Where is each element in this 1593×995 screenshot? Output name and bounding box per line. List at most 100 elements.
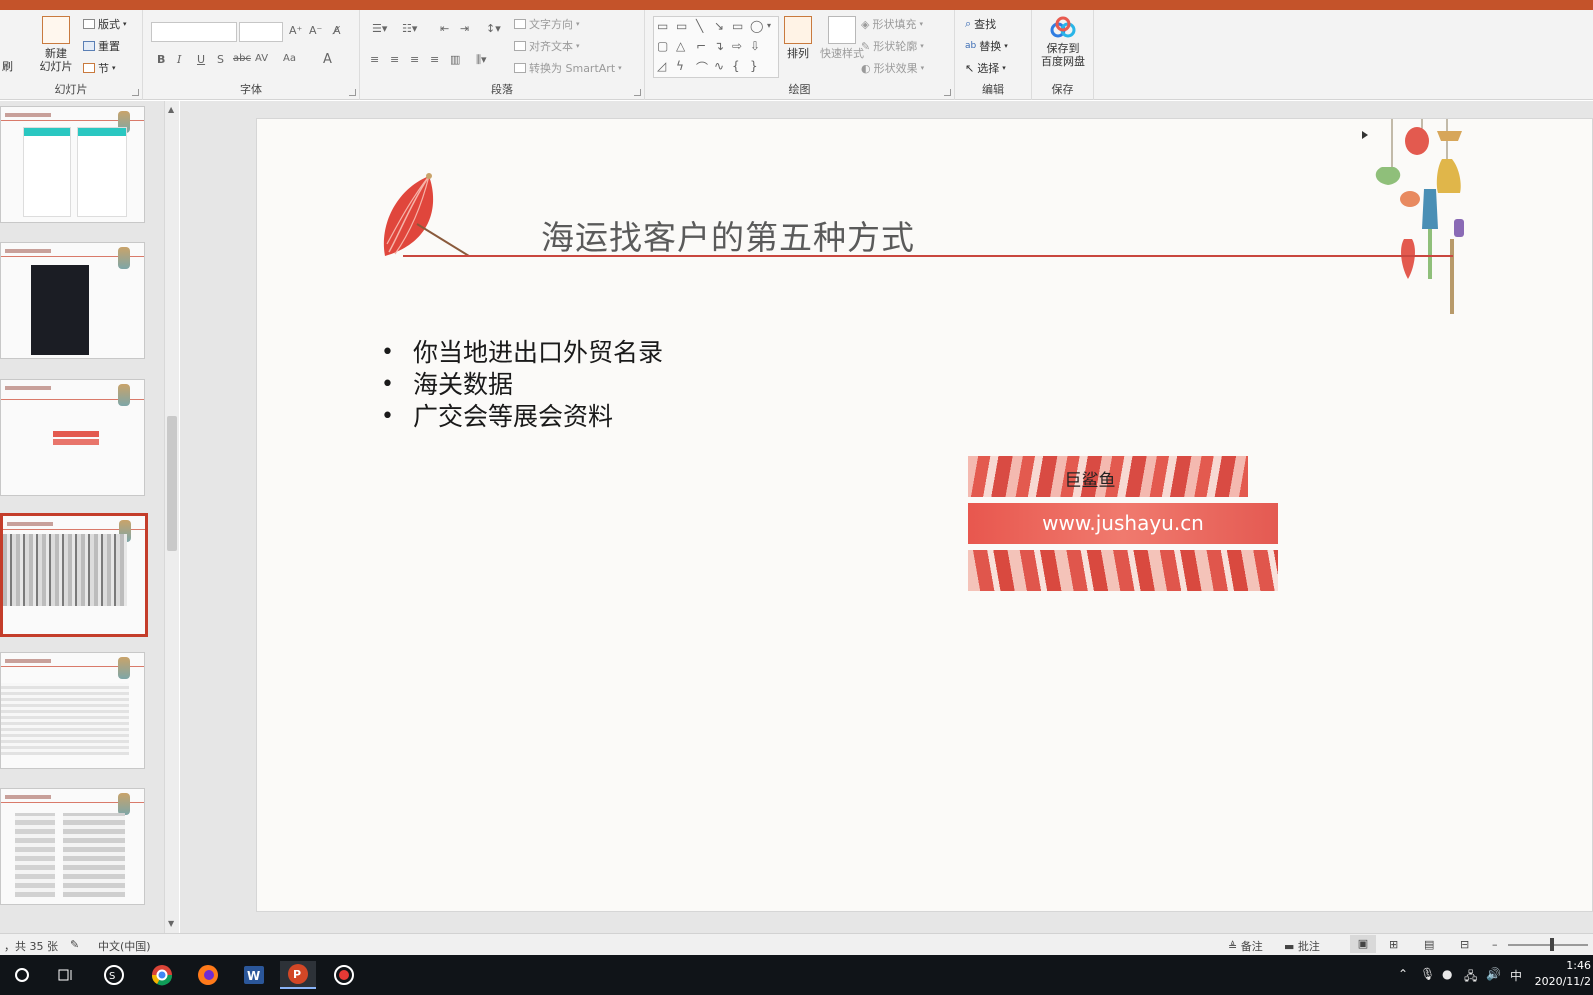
bold-button[interactable]: B [157, 53, 165, 66]
thumbnail-scrollbar[interactable]: ▲ ▼ [164, 101, 179, 933]
elbow-arrow-icon[interactable]: ↴ [714, 39, 724, 53]
italic-button[interactable]: I [177, 53, 181, 66]
arrow-line-shape-icon[interactable]: ↘ [714, 19, 724, 33]
word-icon[interactable]: W [236, 961, 272, 989]
chrome-icon[interactable] [144, 961, 180, 989]
textbox-shape-icon[interactable]: ▭ [657, 19, 668, 33]
windows-search-icon[interactable] [4, 961, 40, 989]
justify-icon[interactable]: ≡ [430, 53, 439, 66]
vtextbox-shape-icon[interactable]: ▭ [676, 19, 687, 33]
normal-view-button[interactable]: ▣ [1350, 935, 1376, 953]
right-brace-shape-icon[interactable]: } [750, 59, 758, 73]
smartart-button[interactable]: 转换为 SmartArt ▾ [514, 60, 622, 76]
grow-font-icon[interactable]: A⁺ [289, 24, 302, 37]
bullet-list[interactable]: 你当地进出口外贸名录 海关数据 广交会等展会资料 [381, 337, 663, 433]
oval-shape-icon[interactable]: ◯ [750, 19, 763, 33]
microphone-icon[interactable]: 🎙 [1420, 967, 1435, 981]
task-view-icon[interactable] [48, 961, 84, 989]
slideshow-button[interactable]: ⊟ [1460, 938, 1469, 951]
zoom-slider-thumb[interactable] [1550, 938, 1554, 951]
shrink-font-icon[interactable]: A⁻ [309, 24, 322, 37]
format-painter-button[interactable]: 刷 [2, 30, 13, 74]
tray-expand-icon[interactable]: ⌃ [1398, 967, 1408, 981]
distributed-icon[interactable]: ▥ [450, 53, 460, 66]
replace-button[interactable]: ab 替换 ▾ [965, 38, 1008, 54]
firefox-icon[interactable] [190, 961, 226, 989]
shapes-gallery[interactable]: ▭ ▭ ╲ ↘ ▭ ◯ ▢ △ ⌐ ↴ ⇨ ⇩ ◿ ϟ ⌒ ∿ { } ▾ [653, 16, 779, 78]
find-button[interactable]: ⌕ 查找 [965, 16, 996, 32]
zoom-out-button[interactable]: – [1492, 938, 1498, 951]
shadow-button[interactable]: S [217, 53, 224, 66]
powerpoint-icon[interactable]: P [280, 961, 316, 989]
slide-thumbnail[interactable] [0, 242, 145, 359]
save-to-baidu-button[interactable]: 保存到 百度网盘 [1036, 16, 1090, 68]
select-button[interactable]: ↖ 选择 ▾ [965, 60, 1006, 76]
align-right-icon[interactable]: ≡ [410, 53, 419, 66]
language-status[interactable]: 中文(中国) [98, 938, 151, 954]
arrange-button[interactable]: 排列 [781, 16, 815, 60]
change-case-button[interactable]: Aa [283, 53, 296, 64]
bullets-icon[interactable]: ☰▾ [372, 22, 387, 35]
notes-button[interactable]: ≜ 备注 [1228, 938, 1263, 954]
char-spacing-button[interactable]: AV [255, 53, 268, 64]
section-button[interactable]: 节 ▾ [83, 60, 116, 76]
strikethrough-button[interactable]: abc [233, 53, 251, 64]
rectangle-shape-icon[interactable]: ▭ [732, 19, 743, 33]
volume-icon[interactable]: 🔊 [1486, 967, 1501, 981]
shape-fill-button[interactable]: ◈ 形状填充 ▾ [861, 16, 923, 32]
font-name-combo[interactable] [151, 22, 237, 42]
app-tray-icon[interactable]: ● [1442, 967, 1452, 981]
reading-view-button[interactable]: ▤ [1424, 938, 1434, 951]
brand-url-banner[interactable]: www.jushayu.cn [968, 503, 1278, 544]
sogou-icon[interactable]: S [96, 961, 132, 989]
decrease-indent-icon[interactable]: ⇤ [440, 22, 449, 35]
ime-indicator[interactable]: 中 [1510, 967, 1522, 984]
arc-shape-icon[interactable]: ⌒ [696, 59, 708, 76]
brand-name-banner[interactable]: 巨鲨鱼 [968, 456, 1248, 497]
increase-indent-icon[interactable]: ⇥ [460, 22, 469, 35]
reset-button[interactable]: 重置 [83, 38, 120, 54]
gallery-more-icon[interactable]: ▾ [767, 21, 771, 30]
comments-button[interactable]: ▬ 批注 [1284, 938, 1320, 954]
slide-sorter-button[interactable]: ⊞ [1389, 938, 1398, 951]
slide-thumbnail[interactable] [0, 788, 145, 905]
network-icon[interactable]: 🖧 [1464, 967, 1477, 988]
line-spacing-icon[interactable]: ↕▾ [486, 22, 501, 35]
scrollbar-thumb[interactable] [167, 416, 177, 551]
font-dialog-launcher[interactable] [349, 89, 356, 96]
drawing-dialog-launcher[interactable] [944, 89, 951, 96]
slide-thumbnail[interactable] [0, 652, 145, 769]
font-size-combo[interactable] [239, 22, 283, 42]
slide-thumbnail[interactable] [0, 379, 145, 496]
freeform-shape-icon[interactable]: ◿ [657, 59, 666, 73]
new-slide-button[interactable]: 新建 幻灯片 [36, 16, 76, 73]
slide-title[interactable]: 海运找客户的第五种方式 [541, 211, 915, 259]
numbering-icon[interactable]: ☷▾ [402, 22, 417, 35]
left-brace-shape-icon[interactable]: { [732, 59, 740, 73]
columns-icon[interactable]: ⫼▾ [476, 53, 487, 67]
lightning-shape-icon[interactable]: ϟ [676, 59, 684, 73]
recorder-icon[interactable] [326, 961, 362, 989]
underline-button[interactable]: U [197, 53, 205, 66]
align-center-icon[interactable]: ≡ [390, 53, 399, 66]
align-left-icon[interactable]: ≡ [370, 53, 379, 66]
curve-shape-icon[interactable]: ∿ [714, 59, 724, 73]
system-clock[interactable]: 1:46 2020/11/2 [1535, 958, 1591, 990]
quick-styles-button[interactable]: 快速样式 [819, 16, 865, 60]
layout-button[interactable]: 版式 ▾ [83, 16, 127, 32]
shape-outline-button[interactable]: ✎ 形状轮廓 ▾ [861, 38, 924, 54]
shape-effects-button[interactable]: ◐ 形状效果 ▾ [861, 60, 924, 76]
paragraph-dialog-launcher[interactable] [634, 89, 641, 96]
slide-thumbnail-active[interactable] [0, 513, 148, 637]
font-color-button[interactable]: A [323, 52, 332, 67]
scroll-down-icon[interactable]: ▼ [168, 919, 174, 928]
text-direction-button[interactable]: 文字方向 ▾ [514, 16, 580, 32]
line-shape-icon[interactable]: ╲ [696, 19, 703, 33]
down-arrow-shape-icon[interactable]: ⇩ [750, 39, 760, 53]
clear-format-icon[interactable]: A̸ [333, 24, 341, 37]
align-text-button[interactable]: 对齐文本 ▾ [514, 38, 580, 54]
slides-dialog-launcher[interactable] [132, 89, 139, 96]
right-arrow-shape-icon[interactable]: ⇨ [732, 39, 742, 53]
triangle-shape-icon[interactable]: △ [676, 39, 685, 53]
elbow-connector-icon[interactable]: ⌐ [696, 39, 706, 53]
